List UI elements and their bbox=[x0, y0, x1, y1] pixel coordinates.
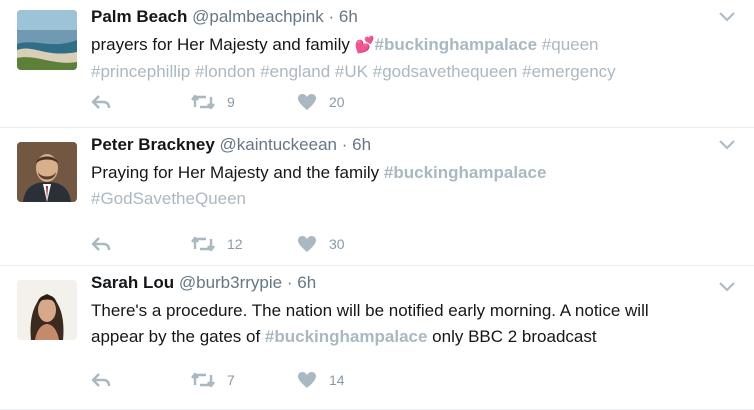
hashtag[interactable]: #buckinghampalace bbox=[375, 35, 538, 54]
separator-dot: · bbox=[286, 273, 293, 292]
tweet-actions: 12 30 bbox=[91, 232, 377, 256]
reply-button[interactable] bbox=[91, 372, 191, 388]
retweet-count: 12 bbox=[227, 236, 243, 252]
hashtag[interactable]: #godsavethequeen bbox=[373, 62, 518, 81]
hashtag[interactable]: #buckinghampalace bbox=[384, 163, 547, 182]
retweet-button[interactable]: 12 bbox=[191, 236, 297, 252]
tweet-text-line: only BBC 2 broadcast bbox=[432, 327, 597, 346]
reply-icon bbox=[91, 95, 111, 109]
tweet-text-body: Praying for Her Majesty and the family bbox=[91, 163, 380, 182]
like-button[interactable]: 20 bbox=[297, 93, 377, 111]
user-handle[interactable]: @kaintuckeean bbox=[220, 135, 337, 154]
like-button[interactable]: 14 bbox=[297, 371, 377, 389]
tweet[interactable]: Peter Brackney @kaintuckeean · 6h Prayin… bbox=[0, 128, 754, 266]
chevron-down-icon[interactable] bbox=[718, 10, 736, 24]
tweet-text-body: prayers for Her Majesty and family bbox=[91, 35, 350, 54]
tweet[interactable]: Palm Beach @palmbeachpink · 6h prayers f… bbox=[0, 0, 754, 128]
user-name[interactable]: Sarah Lou bbox=[91, 273, 174, 292]
retweet-icon bbox=[191, 236, 215, 252]
reply-button[interactable] bbox=[91, 94, 191, 110]
hashtag[interactable]: #princephillip bbox=[91, 62, 190, 81]
reply-button[interactable] bbox=[91, 236, 191, 252]
retweet-button[interactable]: 7 bbox=[191, 372, 297, 388]
hashtag[interactable]: #GodSavetheQueen bbox=[91, 189, 246, 208]
user-handle[interactable]: @burb3rrypie bbox=[179, 273, 282, 292]
tweet-text: Praying for Her Majesty and the family #… bbox=[91, 160, 714, 212]
retweet-count: 9 bbox=[227, 94, 235, 110]
tweet-text: prayers for Her Majesty and family 💕#buc… bbox=[91, 32, 714, 85]
chevron-down-icon[interactable] bbox=[718, 280, 736, 294]
timestamp[interactable]: 6h bbox=[297, 273, 316, 292]
tweet-text-line: appear by the gates of bbox=[91, 327, 261, 346]
retweet-icon bbox=[191, 372, 215, 388]
tweet-text: There's a procedure. The nation will be … bbox=[91, 298, 714, 350]
hashtag[interactable]: #england bbox=[260, 62, 330, 81]
tweet-text-line: There's a procedure. The nation will be … bbox=[91, 301, 649, 320]
heart-icon bbox=[298, 236, 316, 252]
like-count: 30 bbox=[329, 236, 345, 252]
like-count: 14 bbox=[329, 372, 345, 388]
hashtag[interactable]: #queen bbox=[542, 35, 599, 54]
timestamp[interactable]: 6h bbox=[352, 135, 371, 154]
tweet-actions: 7 14 bbox=[91, 368, 377, 392]
avatar[interactable] bbox=[17, 10, 77, 70]
retweet-button[interactable]: 9 bbox=[191, 94, 297, 110]
like-button[interactable]: 30 bbox=[297, 235, 377, 253]
hashtag[interactable]: #london bbox=[195, 62, 256, 81]
two-hearts-emoji: 💕 bbox=[354, 37, 375, 54]
tweet[interactable]: Sarah Lou @burb3rrypie · 6h There's a pr… bbox=[0, 266, 754, 410]
retweet-icon bbox=[191, 94, 215, 110]
hashtag[interactable]: #UK bbox=[335, 62, 368, 81]
reply-icon bbox=[91, 373, 111, 387]
avatar[interactable] bbox=[17, 280, 77, 340]
hashtag[interactable]: #emergency bbox=[522, 62, 616, 81]
avatar[interactable] bbox=[17, 142, 77, 202]
separator-dot: · bbox=[341, 135, 348, 154]
timestamp[interactable]: 6h bbox=[339, 7, 358, 26]
heart-icon bbox=[298, 372, 316, 388]
separator-dot: · bbox=[328, 7, 335, 26]
retweet-count: 7 bbox=[227, 372, 235, 388]
user-name[interactable]: Peter Brackney bbox=[91, 135, 215, 154]
tweet-actions: 9 20 bbox=[91, 90, 377, 114]
chevron-down-icon[interactable] bbox=[718, 138, 736, 152]
user-name[interactable]: Palm Beach bbox=[91, 7, 187, 26]
user-handle[interactable]: @palmbeachpink bbox=[192, 7, 324, 26]
heart-icon bbox=[298, 94, 316, 110]
tweet-feed: Palm Beach @palmbeachpink · 6h prayers f… bbox=[0, 0, 754, 410]
reply-icon bbox=[91, 237, 111, 251]
like-count: 20 bbox=[329, 94, 345, 110]
hashtag[interactable]: #buckinghampalace bbox=[265, 327, 428, 346]
